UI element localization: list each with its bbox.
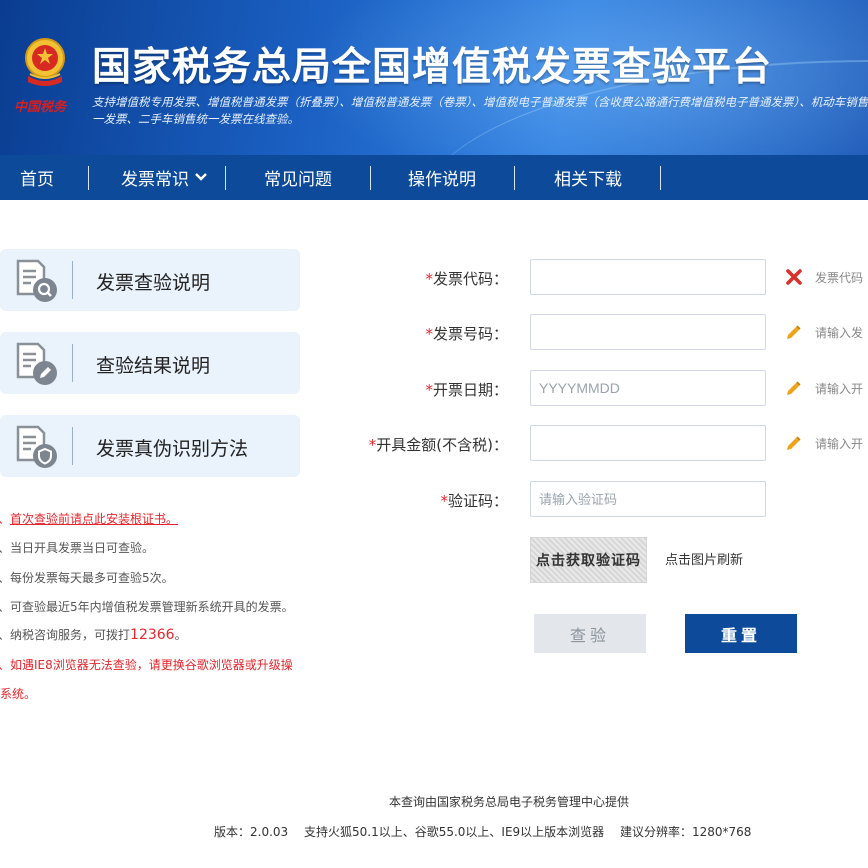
- note-ie8-warning-cont: 作系统。: [0, 687, 37, 701]
- card-label: 发票真伪识别方法: [96, 438, 249, 460]
- nav-separator: [514, 165, 515, 190]
- query-button[interactable]: 查验: [534, 614, 646, 653]
- shield-document-icon: [16, 425, 57, 468]
- nav-item-invoice-knowledge[interactable]: 发票常识: [121, 165, 207, 190]
- footer-provider: 本查询由国家税务总局电子税务管理中心提供: [388, 795, 629, 809]
- reset-button[interactable]: 重置: [685, 614, 797, 653]
- invoice-code-input[interactable]: [530, 259, 766, 295]
- national-emblem-icon: [25, 38, 65, 86]
- nav-separator: [660, 165, 661, 190]
- nav-separator: [88, 165, 89, 190]
- note-five-years: 、可查验最近5年内增值税发票管理新系统开具的发票。: [0, 600, 294, 614]
- note-same-day: 、当日开具发票当日可查验。: [0, 541, 155, 555]
- invoice-number-label: *发票号码：: [425, 325, 508, 343]
- invoice-date-input[interactable]: [530, 370, 766, 406]
- nav-item-faq[interactable]: 常见问题: [264, 165, 332, 190]
- note-hotline: 、纳税咨询服务，可拨打12366。: [0, 627, 187, 643]
- nav-item-label: 首页: [20, 170, 54, 190]
- card-label: 查验结果说明: [96, 355, 211, 377]
- error-x-icon: [786, 269, 802, 285]
- pencil-icon: [787, 436, 801, 450]
- nav-separator: [370, 165, 371, 190]
- invoice-amount-hint: 请输入开: [785, 434, 863, 452]
- invoice-code-label: *发票代码：: [425, 270, 508, 288]
- footer-version-info: 版本：2.0.03 支持火狐50.1以上、谷歌55.0以上、IE9以上版本浏览器…: [214, 825, 752, 839]
- captcha-input[interactable]: [530, 481, 766, 517]
- pencil-document-icon: [16, 342, 57, 385]
- nav-item-label: 发票常识: [121, 170, 189, 190]
- card-label: 发票查验说明: [96, 272, 211, 294]
- invoice-amount-input[interactable]: [530, 425, 766, 461]
- invoice-code-hint: 发票代码: [785, 268, 863, 286]
- install-root-cert-link[interactable]: 首次查验前请点此安装根证书。: [10, 512, 178, 526]
- card-divider: [72, 427, 73, 465]
- logo-text: 中国税务: [14, 100, 67, 115]
- invoice-number-hint: 请输入发: [785, 323, 863, 341]
- pencil-icon: [787, 325, 801, 339]
- page-subtitle: 支持增值税专用发票、增值税普通发票（折叠票）、增值税普通发票（卷票）、增值税电子…: [92, 95, 868, 126]
- main-nav: 首页 发票常识 常见问题 操作说明 相关下载: [0, 155, 868, 200]
- chevron-down-icon: [195, 171, 207, 185]
- note-install-root-cert: 、首次查验前请点此安装根证书。: [0, 510, 178, 527]
- hotline-number: 12366: [130, 627, 175, 643]
- invoice-date-hint: 请输入开: [785, 379, 863, 397]
- invoice-number-input[interactable]: [530, 314, 766, 350]
- nav-separator: [225, 165, 226, 190]
- nav-item-label: 相关下载: [554, 170, 622, 190]
- card-invoice-verification-guide[interactable]: 发票查验说明: [0, 249, 300, 311]
- card-divider: [72, 344, 73, 382]
- page-title: 国家税务总局全国增值税发票查验平台: [92, 45, 773, 90]
- captcha-refresh-tip: 点击图片刷新: [665, 553, 744, 568]
- magnifier-document-icon: [16, 259, 57, 302]
- nav-item-label: 常见问题: [264, 170, 332, 190]
- captcha-label: *验证码：: [440, 492, 508, 510]
- card-divider: [72, 261, 73, 299]
- invoice-amount-label: *开具金额(不含税)：: [368, 436, 508, 454]
- pencil-icon: [787, 381, 801, 395]
- note-daily-limit: 、每份发票每天最多可查验5次。: [0, 571, 174, 585]
- nav-item-home[interactable]: 首页: [20, 165, 54, 190]
- card-authenticity-methods[interactable]: 发票真伪识别方法: [0, 415, 300, 477]
- nav-item-label: 操作说明: [408, 170, 476, 190]
- card-verification-result-guide[interactable]: 查验结果说明: [0, 332, 300, 394]
- header-banner: 中国税务 国家税务总局全国增值税发票查验平台 支持增值税专用发票、增值税普通发票…: [0, 0, 868, 155]
- invoice-date-label: *开票日期：: [425, 381, 508, 399]
- nav-item-downloads[interactable]: 相关下载: [554, 165, 622, 190]
- note-ie8-warning: 、如遇IE8浏览器无法查验，请更换谷歌浏览器或升级操: [0, 658, 293, 672]
- captcha-image[interactable]: 点击获取验证码: [530, 537, 647, 583]
- nav-item-instructions[interactable]: 操作说明: [408, 165, 476, 190]
